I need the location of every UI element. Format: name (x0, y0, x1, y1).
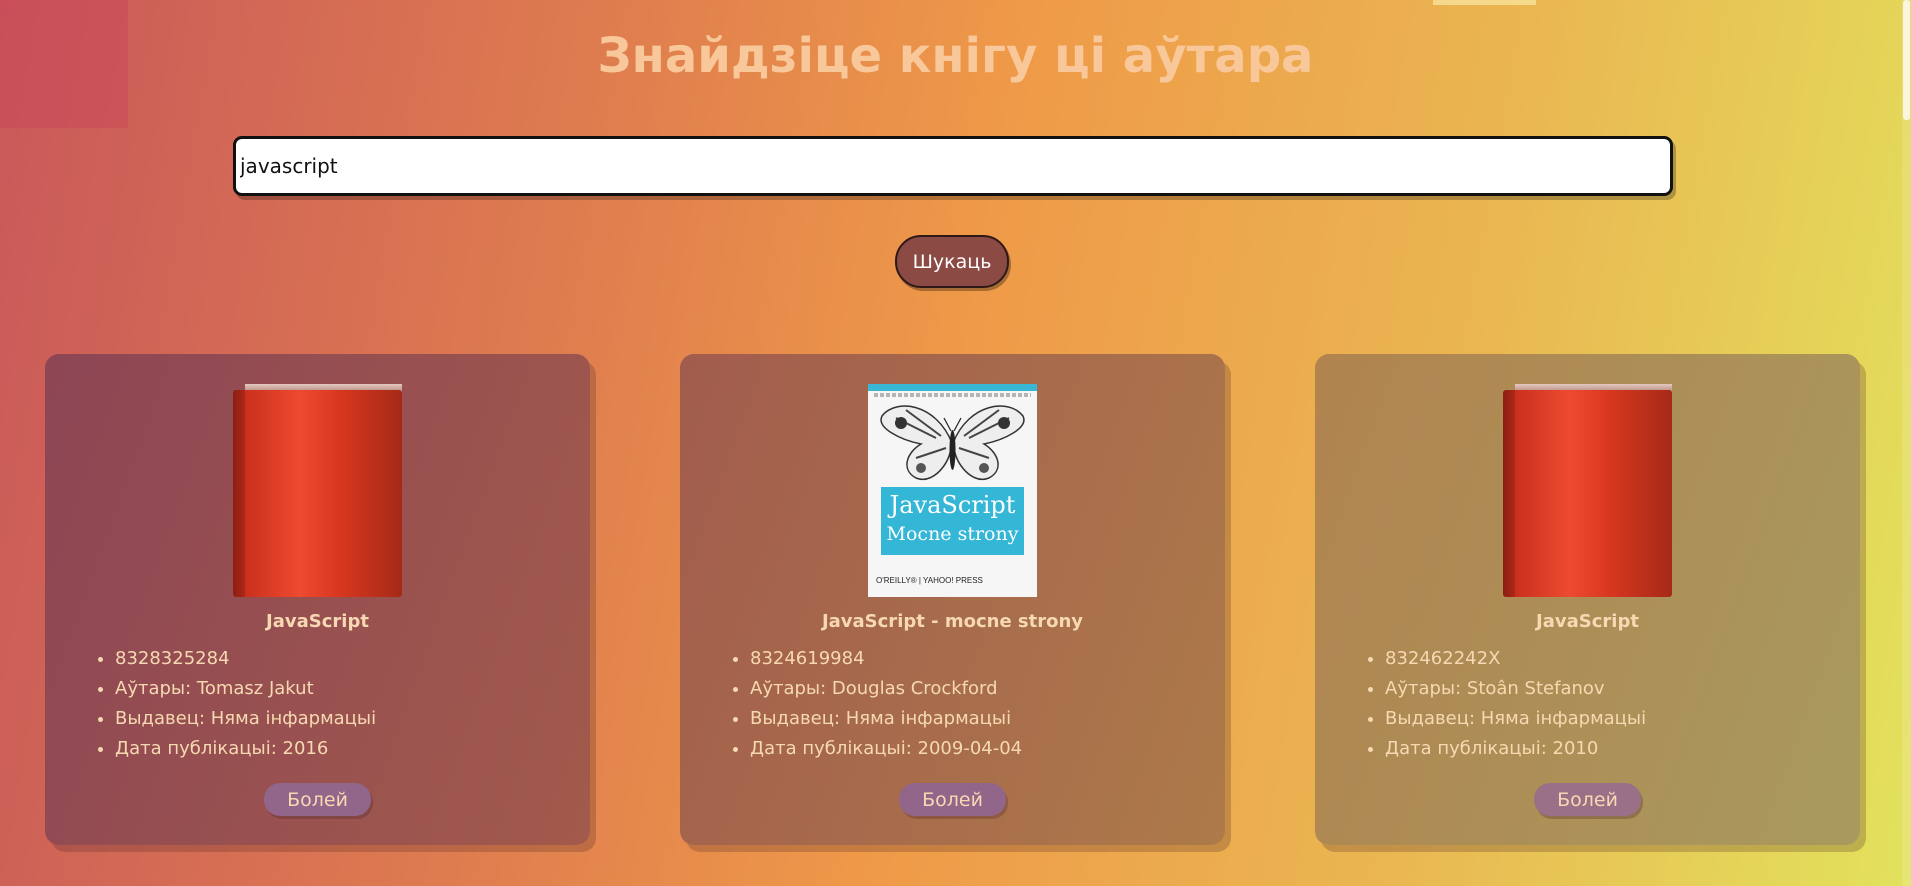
book-cover: JavaScript Mocne strony O'REILLY® | YAHO… (868, 384, 1037, 597)
book-date: Дата публікацыі: 2010 (1385, 734, 1646, 764)
cover-subtitle: Mocne strony (886, 523, 1019, 545)
cover-title: JavaScript (889, 491, 1016, 519)
red-book-icon (233, 384, 402, 597)
top-decoration (1433, 0, 1536, 5)
book-title: JavaScript (1536, 611, 1639, 632)
book-date: Дата публікацыі: 2009-04-04 (750, 734, 1022, 764)
book-title: JavaScript (266, 611, 369, 632)
book-isbn: 832462242X (1385, 644, 1646, 674)
book-authors: Аўтары: Douglas Crockford (750, 674, 1022, 704)
book-card: JavaScript 832462242X Аўтары: Stoân Stef… (1315, 354, 1860, 845)
book-details: 8324619984 Аўтары: Douglas Crockford Выд… (726, 644, 1022, 764)
book-cover (1503, 384, 1672, 597)
book-card: JavaScript Mocne strony O'REILLY® | YAHO… (680, 354, 1225, 845)
cover-publisher: O'REILLY® | YAHOO! PRESS (876, 576, 983, 585)
more-button[interactable]: Болей (1534, 783, 1641, 816)
book-card: JavaScript 8328325284 Аўтары: Tomasz Jak… (45, 354, 590, 845)
page-title: Знайдзіце кнігу ці аўтара (597, 28, 1314, 84)
butterfly-image (880, 405, 1025, 481)
book-authors: Аўтары: Tomasz Jakut (115, 674, 376, 704)
book-details: 8328325284 Аўтары: Tomasz Jakut Выдавец:… (91, 644, 376, 764)
more-button[interactable]: Болей (264, 783, 371, 816)
search-input[interactable] (233, 136, 1673, 196)
book-cover (233, 384, 402, 597)
book-title: JavaScript - mocne strony (821, 611, 1084, 632)
book-details: 832462242X Аўтары: Stoân Stefanov Выдаве… (1361, 644, 1646, 764)
book-authors: Аўтары: Stoân Stefanov (1385, 674, 1646, 704)
red-book-icon (1503, 384, 1672, 597)
book-isbn: 8328325284 (115, 644, 376, 674)
page-scrollbar[interactable] (1902, 0, 1911, 886)
more-button[interactable]: Болей (899, 783, 1006, 816)
book-date: Дата публікацыі: 2016 (115, 734, 376, 764)
search-button[interactable]: Шукаць (895, 235, 1009, 288)
book-publisher: Выдавец: Няма інфармацыі (750, 704, 1022, 734)
book-publisher: Выдавец: Няма інфармацыі (1385, 704, 1646, 734)
book-publisher: Выдавец: Няма інфармацыі (115, 704, 376, 734)
cover-title-box: JavaScript Mocne strony (881, 487, 1024, 555)
book-isbn: 8324619984 (750, 644, 1022, 674)
